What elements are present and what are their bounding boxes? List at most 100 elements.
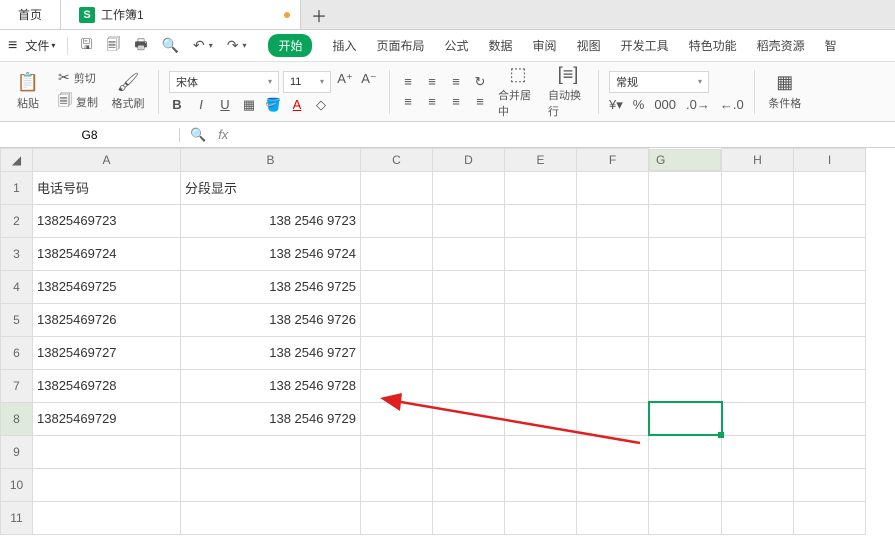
cell[interactable]: 138 2546 9729 [181,402,361,435]
file-menu[interactable]: 文件 ▾ [25,37,55,54]
select-all-corner[interactable]: ◢ [1,149,33,172]
cell[interactable] [433,336,505,369]
cell[interactable] [794,303,866,336]
row-header[interactable]: 7 [1,369,33,402]
tab-home[interactable]: 首页 [0,0,61,29]
cell[interactable] [361,468,433,501]
cell[interactable] [433,402,505,435]
align-right-button[interactable]: ≡ [448,94,464,109]
col-header-C[interactable]: C [361,149,433,172]
font-size-select[interactable]: 11▾ [283,71,331,93]
font-name-select[interactable]: 宋体▾ [169,71,279,93]
ribbon-special[interactable]: 特色功能 [689,37,737,54]
cell[interactable] [722,435,794,468]
ribbon-review[interactable]: 审阅 [533,37,557,54]
increase-font-button[interactable]: A⁺ [335,71,355,93]
col-header-F[interactable]: F [577,149,649,172]
cell[interactable] [33,435,181,468]
cell[interactable] [649,204,722,237]
col-header-E[interactable]: E [505,149,577,172]
row-header[interactable]: 2 [1,204,33,237]
cell[interactable] [181,501,361,534]
cell[interactable] [505,369,577,402]
paste-button[interactable]: 📋 粘贴 [8,72,48,111]
cell[interactable] [794,402,866,435]
cell[interactable] [577,171,649,204]
merge-center-button[interactable]: ⬚ 合并居中 [498,64,538,119]
cell[interactable]: 13825469723 [33,204,181,237]
ribbon-view[interactable]: 视图 [577,37,601,54]
percent-button[interactable]: % [633,97,645,112]
redo-dd-icon[interactable]: ▾ [242,41,246,50]
align-center-button[interactable]: ≡ [424,94,440,109]
cell[interactable] [181,468,361,501]
cell[interactable] [577,336,649,369]
row-header[interactable]: 10 [1,468,33,501]
cell[interactable] [649,171,722,204]
cell[interactable] [577,435,649,468]
undo-dd-icon[interactable]: ▾ [209,41,213,50]
cell-ref-input[interactable] [0,128,179,142]
cell[interactable] [794,468,866,501]
cell[interactable] [794,270,866,303]
cell[interactable] [577,468,649,501]
fill-color-button[interactable]: 🪣 [265,97,281,113]
tab-workbook[interactable]: S 工作簿1 [61,0,301,29]
cell[interactable] [361,237,433,270]
cell[interactable]: 分段显示 [181,171,361,204]
col-header-A[interactable]: A [33,149,181,172]
align-bot-button[interactable]: ≡ [448,74,464,90]
cell[interactable] [722,270,794,303]
cell[interactable] [577,204,649,237]
cell[interactable] [794,435,866,468]
comma-button[interactable]: 000 [654,97,676,112]
cell[interactable] [361,171,433,204]
col-header-H[interactable]: H [722,149,794,172]
cell[interactable] [722,336,794,369]
formula-input[interactable] [238,128,895,142]
cell[interactable]: 138 2546 9726 [181,303,361,336]
underline-button[interactable]: U [217,97,233,112]
format-painter-button[interactable]: 🖌 格式刷 [108,72,148,111]
col-header-I[interactable]: I [794,149,866,172]
redo-icon[interactable]: ↷ [227,37,239,54]
cell[interactable]: 13825469725 [33,270,181,303]
cell[interactable] [794,369,866,402]
cell[interactable] [505,270,577,303]
cell[interactable] [505,468,577,501]
cell[interactable] [361,435,433,468]
cell[interactable] [361,369,433,402]
cell[interactable] [33,501,181,534]
clear-format-button[interactable]: ◇ [313,97,329,113]
cell[interactable] [505,501,577,534]
cell[interactable] [433,501,505,534]
row-header[interactable]: 6 [1,336,33,369]
cell[interactable] [577,501,649,534]
cell[interactable] [433,303,505,336]
cell[interactable] [649,336,722,369]
cell[interactable]: 13825469724 [33,237,181,270]
bold-button[interactable]: B [169,97,185,112]
fx-icon[interactable]: fx [218,127,228,142]
align-left-button[interactable]: ≡ [400,94,416,109]
cell[interactable] [505,171,577,204]
ribbon-formula[interactable]: 公式 [445,37,469,54]
orientation-button[interactable]: ↻ [472,74,488,90]
cell[interactable]: 138 2546 9724 [181,237,361,270]
cell[interactable] [433,204,505,237]
cell[interactable] [361,336,433,369]
cell[interactable] [649,303,722,336]
ribbon-dao[interactable]: 稻壳资源 [757,37,805,54]
print-preview-icon[interactable]: 🔍 [162,37,179,54]
cell[interactable] [794,501,866,534]
number-format-select[interactable]: 常规▾ [609,71,709,93]
cell[interactable] [433,468,505,501]
cell[interactable]: 138 2546 9728 [181,369,361,402]
cell[interactable] [433,435,505,468]
name-box[interactable] [0,128,180,142]
align-mid-button[interactable]: ≡ [424,74,440,90]
cell[interactable] [361,204,433,237]
wrap-text-button[interactable]: [≡] 自动换行 [548,64,588,119]
cell[interactable] [722,369,794,402]
row-header[interactable]: 9 [1,435,33,468]
